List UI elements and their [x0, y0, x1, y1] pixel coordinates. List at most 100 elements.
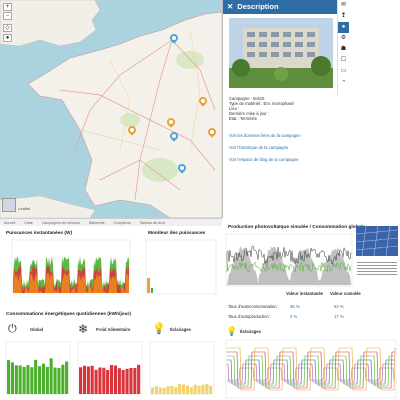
energy-bar [154, 386, 158, 394]
description-panel: ✕ Description Campagne : test10 Type de m… [222, 0, 337, 218]
power-monitor-title: Moniteur des puissances [148, 231, 206, 236]
energy-bar [201, 384, 205, 394]
tool-info-icon[interactable]: ● [338, 22, 349, 33]
tool-window-icon[interactable]: ☐ [338, 55, 349, 66]
tab-campaigns[interactable]: Campagnes de mesures [38, 219, 84, 225]
self-consumption-instant: 36 % [290, 304, 300, 309]
tool-alert-icon[interactable]: ❢ [338, 11, 349, 22]
energy-bar [151, 387, 155, 394]
instant-power-title: Puissances instantanées (W) [6, 231, 73, 236]
energy-bar [121, 369, 125, 394]
panel-header: ✕ Description [223, 0, 337, 14]
basemap-switcher[interactable] [2, 198, 16, 212]
map-marker[interactable] [168, 32, 180, 44]
energy-bar [209, 385, 213, 394]
plug-icon: ⏻ [8, 323, 17, 335]
energy-bar [178, 384, 182, 394]
lightbulb-icon: 💡 [152, 323, 166, 335]
energy-bar [18, 365, 22, 394]
map-marker[interactable] [126, 124, 138, 136]
energy-bar [94, 369, 98, 394]
energy-bar [79, 367, 83, 394]
lighting-energy-chart [149, 341, 215, 395]
energy-bar [170, 386, 174, 394]
layers-button[interactable]: ◇ [3, 24, 12, 32]
energy-bar [129, 368, 133, 394]
tab-dashboard[interactable]: Tableau de bord [136, 219, 169, 225]
solar-description [357, 260, 397, 277]
energy-bar [30, 367, 34, 394]
instant-value-header: Valeur instantanée [286, 291, 324, 296]
global-label: Global [30, 327, 44, 332]
campaign-data-link[interactable]: Voir les données liées de la campagne [229, 133, 301, 138]
cumulative-value-header: Valeur cumulée [330, 291, 361, 296]
tool-settings-icon[interactable]: ⚙ [338, 33, 349, 44]
power-monitor-chart [145, 239, 217, 295]
panel-title: Description [237, 2, 279, 11]
building-photo [229, 18, 333, 88]
tab-map[interactable]: Carte [20, 219, 37, 225]
lighting-chart-title: Éclairages [240, 329, 261, 334]
right-toolbar: ✉ ❢ ● ⚙ ☗ ☐ ▭ ◔ [337, 0, 349, 96]
lighting-chart [225, 339, 397, 399]
energy-bar [137, 364, 141, 394]
self-consumption-cumulative: 52 % [334, 304, 344, 309]
energy-bar [158, 387, 162, 394]
tab-meters[interactable]: Compteurs [110, 219, 135, 225]
self-production-instant: 2 % [290, 314, 298, 319]
energy-bar [197, 385, 201, 394]
energy-bar [45, 366, 49, 394]
energy-bar [38, 366, 42, 394]
map-marker[interactable] [165, 116, 177, 128]
tab-buildings[interactable]: Bâtiments [85, 219, 109, 225]
energy-bar [65, 361, 69, 394]
close-icon[interactable]: ✕ [227, 2, 233, 11]
energy-bar [82, 365, 86, 394]
energy-bar [34, 359, 38, 394]
energy-bar [61, 364, 65, 394]
energy-bar [49, 358, 53, 394]
self-consumption-label: Taux d'autoconsommation : [228, 304, 279, 309]
zoom-in-button[interactable]: + [3, 3, 12, 11]
lighting-label: Éclairages [170, 327, 191, 332]
tool-screen-icon[interactable]: ▭ [338, 66, 349, 77]
energy-bar [53, 367, 57, 394]
pin-icon: ● [5, 35, 10, 41]
energy-bar [26, 365, 30, 394]
tool-chart-icon[interactable]: ◔ [338, 77, 349, 88]
tab-home[interactable]: Accueil [0, 219, 19, 225]
pv-production-chart [225, 233, 353, 287]
energy-bar [57, 367, 61, 394]
cold-energy-chart [77, 341, 143, 395]
energy-bar [22, 366, 26, 394]
map-marker[interactable] [168, 130, 180, 142]
energy-bar [117, 368, 121, 394]
status-label: État : Terminée [229, 116, 258, 121]
instant-power-chart [11, 239, 131, 295]
self-production-cumulative: 17 % [334, 314, 344, 319]
self-production-label: Taux d'autoproduction : [228, 314, 272, 319]
campaign-blog-link[interactable]: Voir l'espace de blog de la campagne [229, 157, 298, 162]
tool-home-icon[interactable]: ☗ [338, 44, 349, 55]
energy-bar [205, 384, 209, 394]
zoom-out-button[interactable]: − [3, 12, 12, 20]
energy-bar [185, 385, 189, 394]
campaign-history-link[interactable]: Voir l'historique de la campagne [229, 145, 288, 150]
map-marker[interactable] [176, 162, 188, 174]
pv-chart-title: Production photovoltaïque simulée / Cons… [228, 225, 366, 230]
energy-bar [113, 365, 117, 394]
tab-bar: Accueil Carte Campagnes de mesures Bâtim… [0, 218, 222, 226]
monitor-bar [147, 278, 150, 293]
map-marker[interactable] [197, 95, 209, 107]
energy-bar [106, 370, 110, 394]
locate-button[interactable]: ● [3, 34, 12, 42]
energy-bar [193, 384, 197, 394]
energy-bar [14, 365, 18, 394]
map-canvas [0, 0, 222, 218]
energy-bar [7, 360, 11, 394]
map-view[interactable]: + − ◇ ● Leaflet [0, 0, 222, 218]
energy-bar [174, 387, 178, 394]
map-marker[interactable] [206, 126, 218, 138]
energy-bar [189, 387, 193, 394]
tool-mail-icon[interactable]: ✉ [338, 0, 349, 11]
